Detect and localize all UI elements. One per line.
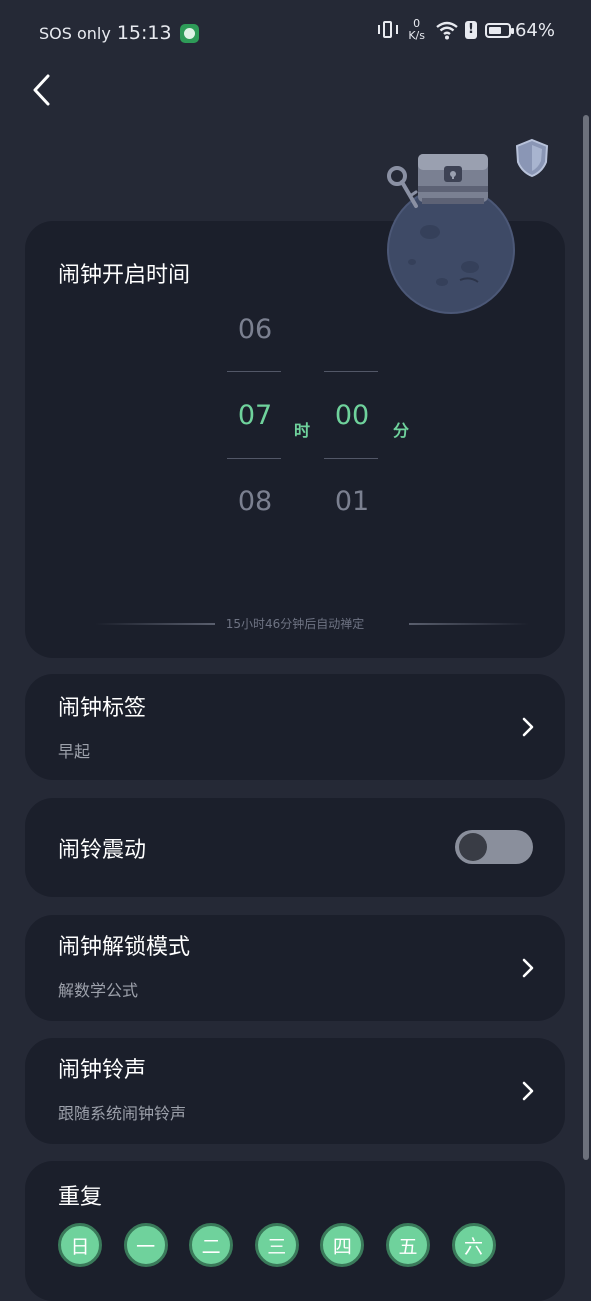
- hour-selected[interactable]: 07: [227, 400, 283, 431]
- day-saturday[interactable]: 六: [451, 1223, 496, 1267]
- network-speed-unit: K/s: [408, 29, 425, 42]
- ringtone-value: 跟随系统闹钟铃声: [58, 1104, 187, 1123]
- chevron-right-icon: [522, 1081, 534, 1101]
- hour-divider-bottom: [227, 458, 281, 459]
- day-monday[interactable]: 一: [123, 1223, 168, 1267]
- repeat-days: 日 一 二 三 四 五 六: [58, 1223, 517, 1267]
- toggle-knob: [459, 833, 487, 861]
- unlock-mode-value: 解数学公式: [58, 981, 139, 1000]
- minute-next[interactable]: 01: [324, 486, 380, 517]
- chevron-right-icon: [522, 717, 534, 737]
- unlock-mode-title: 闹钟解锁模式: [58, 935, 191, 960]
- alert-icon: [464, 21, 477, 39]
- shield-badge-icon[interactable]: [514, 138, 550, 178]
- back-button[interactable]: [28, 72, 58, 108]
- ringtone-card[interactable]: 闹钟铃声 跟随系统闹钟铃声: [25, 1038, 565, 1144]
- status-bar: SOS only 15:13 0 K/s 64%: [0, 0, 591, 66]
- day-wednesday[interactable]: 三: [254, 1223, 299, 1267]
- battery-percent: 64%: [514, 19, 555, 41]
- minute-unit-label: 分: [393, 421, 410, 440]
- alarm-vibration-title: 闹铃震动: [58, 838, 147, 863]
- day-tuesday[interactable]: 二: [189, 1223, 234, 1267]
- alarm-label-value: 早起: [58, 742, 91, 761]
- hint-divider-right: [409, 623, 529, 625]
- status-bar-left: SOS only 15:13: [39, 22, 199, 44]
- vibration-toggle[interactable]: [455, 830, 533, 864]
- hour-unit-label: 时: [294, 421, 311, 440]
- minute-selected[interactable]: 00: [324, 400, 380, 431]
- hour-prev[interactable]: 06: [227, 314, 283, 345]
- unlock-mode-card[interactable]: 闹钟解锁模式 解数学公式: [25, 915, 565, 1021]
- vibrate-icon: [378, 19, 399, 41]
- day-friday[interactable]: 五: [385, 1223, 430, 1267]
- repeat-title: 重复: [58, 1185, 103, 1210]
- back-arrow-icon: [33, 74, 50, 106]
- status-bar-right: 0 K/s 64%: [378, 18, 555, 42]
- alarm-vibration-card: 闹铃震动: [25, 798, 565, 897]
- alarm-label-title: 闹钟标签: [58, 696, 147, 721]
- treasure-chest-planet-illustration: [382, 132, 518, 317]
- ringtone-title: 闹钟铃声: [58, 1058, 147, 1083]
- day-sunday[interactable]: 日: [58, 1223, 102, 1267]
- chevron-right-icon: [522, 958, 534, 978]
- hour-divider-top: [227, 371, 281, 372]
- hour-next[interactable]: 08: [227, 486, 283, 517]
- scrollbar[interactable]: [583, 115, 589, 1160]
- battery-icon: [484, 22, 514, 38]
- app-notification-icon: [179, 23, 199, 43]
- clock-time: 15:13: [116, 22, 172, 44]
- alarm-label-card[interactable]: 闹钟标签 早起: [25, 674, 565, 780]
- alarm-time-title: 闹钟开启时间: [58, 263, 191, 288]
- minute-divider-top: [324, 371, 378, 372]
- wifi-icon: [435, 19, 459, 41]
- day-thursday[interactable]: 四: [320, 1223, 365, 1267]
- repeat-card: 重复 日 一 二 三 四 五 六: [25, 1161, 565, 1301]
- carrier-text: SOS only: [39, 23, 111, 43]
- minute-divider-bottom: [324, 458, 378, 459]
- network-speed: 0 K/s: [408, 18, 425, 42]
